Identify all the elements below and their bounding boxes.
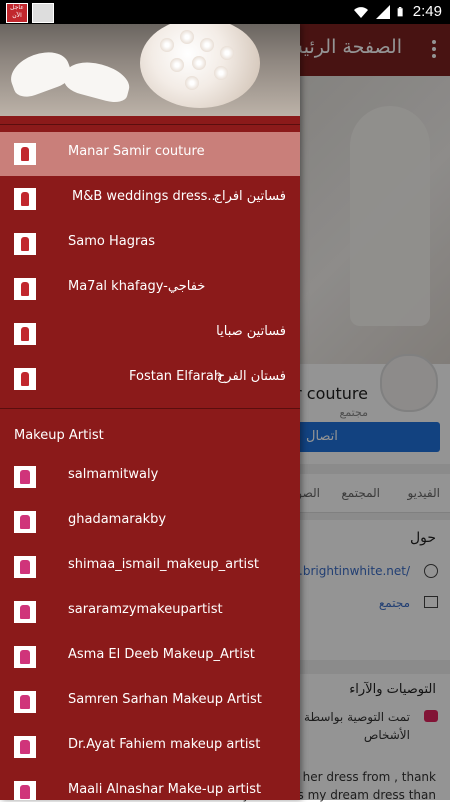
drawer-item-shimaa-ismail[interactable]: shimaa_ismail_makeup_artist	[0, 545, 300, 589]
dress-icon	[14, 233, 36, 255]
drawer-item-mb-weddings[interactable]: فساتين افراح M&B weddings dress...	[0, 177, 300, 221]
dress-icon	[14, 323, 36, 345]
shoe-image-2	[61, 56, 134, 106]
drawer-header-image	[0, 24, 300, 116]
makeup-icon	[14, 601, 36, 623]
drawer-item-salmamitwaly[interactable]: salmamitwaly	[0, 455, 300, 499]
drawer-item-maali-alnashar[interactable]: Maali Alnashar Make-up artist	[0, 770, 300, 800]
drawer-item-sararamzy[interactable]: sararamzymakeupartist	[0, 590, 300, 634]
signal-icon	[375, 4, 390, 19]
drawer-item-label: salmamitwaly	[68, 467, 159, 482]
drawer-item-label: Asma El Deeb Makeup_Artist	[68, 647, 255, 662]
navigation-drawer: Manar Samir couture فساتين افراح M&B wed…	[0, 24, 300, 800]
makeup-icon	[14, 736, 36, 758]
makeup-icon	[14, 691, 36, 713]
divider	[0, 408, 300, 409]
drawer-item-label: Dr.Ayat Fahiem makeup artist	[68, 737, 261, 752]
shoe-image	[5, 44, 75, 102]
drawer-item-label: Ma7al khafagy-خفاجي	[68, 279, 206, 294]
dress-icon	[14, 143, 36, 165]
drawer-scrim[interactable]	[300, 24, 450, 800]
drawer-item-label: shimaa_ismail_makeup_artist	[68, 557, 260, 572]
makeup-icon	[14, 781, 36, 800]
drawer-item-fasateen-sabaya[interactable]: فساتين صبايا	[0, 312, 300, 356]
drawer-item-manar-samir[interactable]: Manar Samir couture	[0, 132, 300, 176]
drawer-item-label: ghadamarakby	[68, 512, 167, 527]
bouquet-image	[140, 24, 260, 108]
makeup-icon	[14, 646, 36, 668]
drawer-item-samo-hagras[interactable]: Samo Hagras	[0, 222, 300, 266]
drawer-item-label: M&B weddings dress...	[72, 189, 220, 204]
drawer-item-label: Samren Sarhan Makeup Artist	[68, 692, 262, 707]
dress-icon	[14, 188, 36, 210]
drawer-item-ayat-fahiem[interactable]: Dr.Ayat Fahiem makeup artist	[0, 725, 300, 769]
battery-icon	[397, 6, 403, 16]
drawer-item-label: Fostan Elfarah	[129, 369, 223, 384]
drawer-item-label: sararamzymakeupartist	[68, 602, 223, 617]
section-title-makeup-artist: Makeup Artist	[14, 428, 104, 443]
drawer-item-ghadamarakby[interactable]: ghadamarakby	[0, 500, 300, 544]
drawer-item-label-arabic: فستان الفرح	[216, 369, 286, 384]
drawer-item-fostan-elfarah[interactable]: فستان الفرح Fostan Elfarah	[0, 357, 300, 401]
drawer-item-samren-sarhan[interactable]: Samren Sarhan Makeup Artist	[0, 680, 300, 724]
drawer-item-label: Maali Alnashar Make-up artist	[68, 782, 262, 797]
drawer-item-label: Samo Hagras	[68, 234, 156, 249]
notification-app-icon: عاجل الآن	[6, 3, 28, 23]
status-bar: عاجل الآن 2:49	[0, 0, 450, 24]
notification-app-icon-2	[32, 3, 54, 23]
dress-icon	[14, 368, 36, 390]
drawer-item-label-arabic: فساتين افراح	[213, 189, 286, 204]
drawer-item-asma-el-deeb[interactable]: Asma El Deeb Makeup_Artist	[0, 635, 300, 679]
drawer-item-label-arabic: فساتين صبايا	[216, 324, 286, 339]
drawer-item-ma7al-khafagy[interactable]: Ma7al khafagy-خفاجي	[0, 267, 300, 311]
wifi-icon	[353, 6, 368, 18]
drawer-item-label: Manar Samir couture	[68, 144, 205, 159]
makeup-icon	[14, 556, 36, 578]
status-time: 2:49	[412, 3, 442, 20]
dress-icon	[14, 278, 36, 300]
makeup-icon	[14, 511, 36, 533]
makeup-icon	[14, 466, 36, 488]
divider	[0, 124, 300, 125]
